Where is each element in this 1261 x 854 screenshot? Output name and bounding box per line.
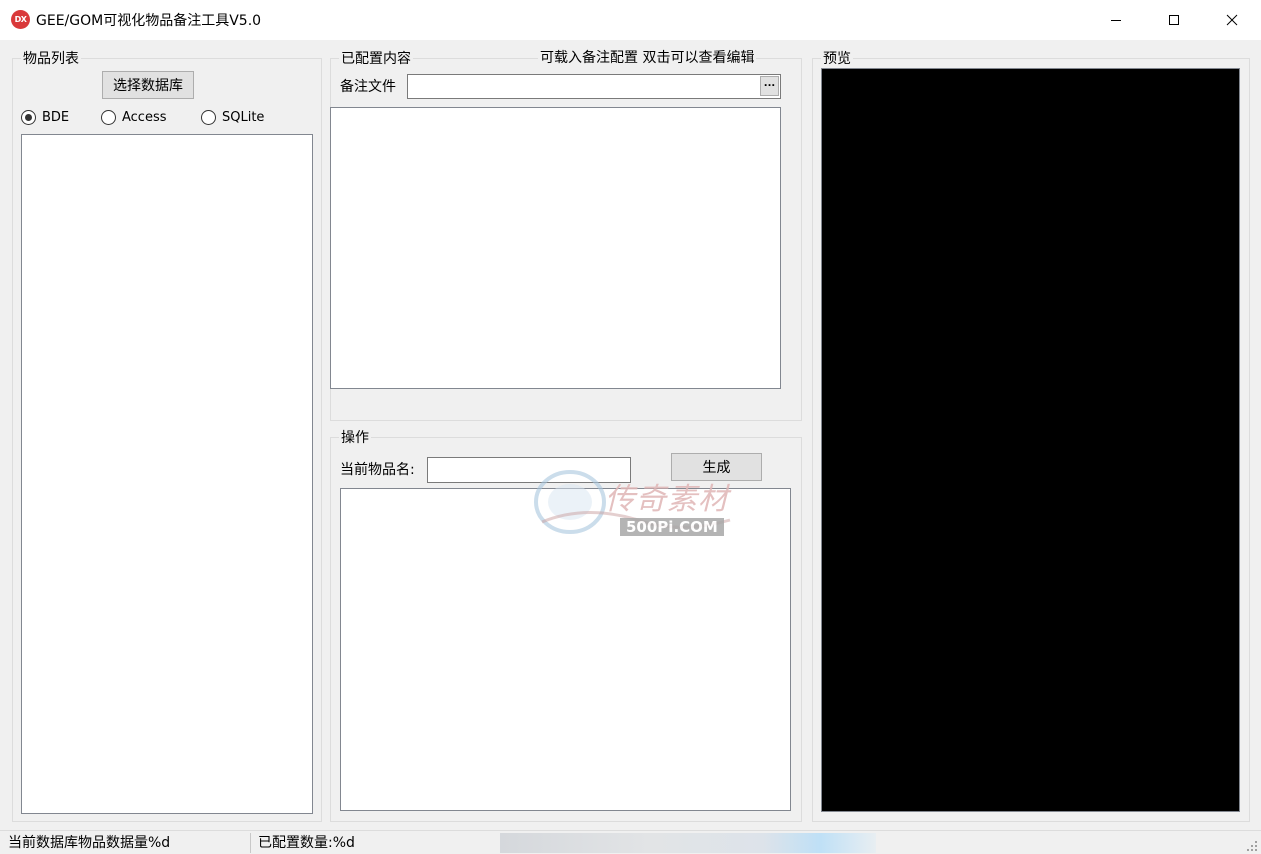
preview-title: 预览 — [821, 50, 853, 68]
close-icon — [1226, 14, 1238, 26]
radio-sqlite[interactable]: SQLite — [201, 110, 264, 125]
radio-bde[interactable]: BDE — [21, 110, 69, 125]
status-bar: 当前数据库物品数据量%d 已配置数量:%d — [0, 830, 1261, 854]
maximize-button[interactable] — [1145, 0, 1203, 40]
generate-button[interactable]: 生成 — [671, 453, 762, 481]
select-database-button[interactable]: 选择数据库 — [102, 71, 194, 99]
preview-panel — [821, 68, 1240, 812]
close-button[interactable] — [1203, 0, 1261, 40]
radio-sqlite-indicator[interactable] — [201, 110, 216, 125]
configured-hint: 可载入备注配置 双击可以查看编辑 — [538, 49, 757, 67]
operation-title: 操作 — [339, 429, 371, 447]
configured-count: 已配置数量:%d — [258, 835, 355, 851]
note-file-label: 备注文件 — [340, 79, 396, 95]
note-file-input[interactable]: ... — [407, 74, 781, 99]
radio-access-label: Access — [122, 110, 167, 125]
blurred-region — [500, 833, 876, 853]
radio-access-indicator[interactable] — [101, 110, 116, 125]
current-item-name-input[interactable] — [427, 457, 631, 483]
radio-bde-label: BDE — [42, 110, 70, 125]
configured-list-box[interactable] — [330, 107, 781, 389]
item-list-title: 物品列表 — [21, 50, 81, 68]
window-title: GEE/GOM可视化物品备注工具V5.0 — [36, 13, 262, 29]
radio-access[interactable]: Access — [101, 110, 167, 125]
title-bar[interactable]: DX GEE/GOM可视化物品备注工具V5.0 — [0, 0, 1261, 40]
maximize-icon — [1169, 15, 1179, 25]
resize-grip-icon[interactable] — [1247, 841, 1257, 851]
radio-bde-indicator[interactable] — [21, 110, 36, 125]
operation-text-area[interactable] — [340, 488, 791, 811]
db-item-count: 当前数据库物品数据量%d — [8, 835, 171, 851]
current-item-name-label: 当前物品名: — [340, 462, 415, 478]
minimize-button[interactable] — [1087, 0, 1145, 40]
radio-sqlite-label: SQLite — [222, 110, 265, 125]
configured-title: 已配置内容 — [339, 50, 413, 68]
status-separator — [250, 833, 251, 853]
app-logo-icon: DX — [11, 10, 30, 29]
item-list-box[interactable] — [21, 134, 313, 814]
minimize-icon — [1111, 20, 1121, 21]
app-window: DX GEE/GOM可视化物品备注工具V5.0 物品列表 选择数据库 BDE A… — [0, 0, 1261, 854]
browse-file-button[interactable]: ... — [760, 76, 779, 96]
